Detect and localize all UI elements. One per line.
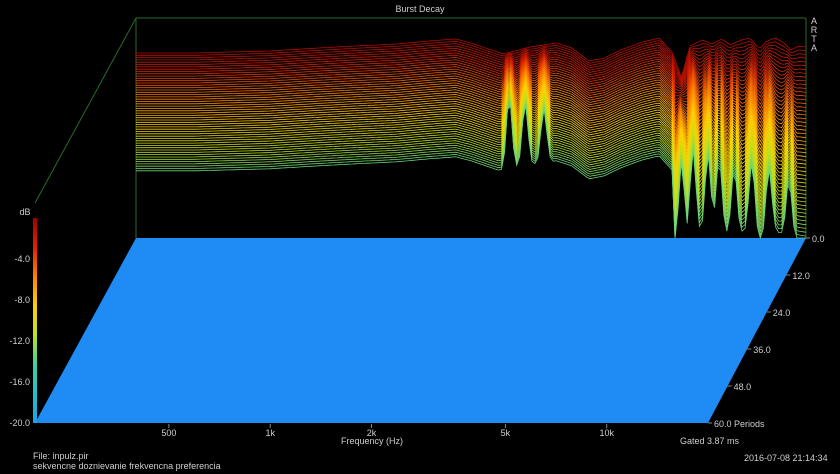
datetime-label: 2016-07-08 21:14:34 xyxy=(744,453,828,463)
y-tick-label: -20.0 xyxy=(9,418,30,428)
gated-label: Gated 3.87 ms xyxy=(680,436,740,446)
y-tick-label: -4.0 xyxy=(14,254,30,264)
z-tick-label: 12.0 xyxy=(792,271,810,281)
burst-decay-window: 500 1k 2k 5k 10k -4.0 -8.0 -12.0 -16.0 -20.0 0.0 12… xyxy=(0,0,840,474)
arta-brand: ARTA xyxy=(811,16,818,53)
y-tick-label: -8.0 xyxy=(14,295,30,305)
description-label: sekvencne doznievanie frekvencna prefere… xyxy=(33,461,221,471)
z-tick-label: 0.0 xyxy=(812,234,825,244)
floor-layer xyxy=(35,238,806,423)
z-tick-label: 60.0 Periods xyxy=(714,419,765,429)
floor-plane xyxy=(35,238,806,423)
x-tick-label: 500 xyxy=(161,428,176,438)
x-axis-label: Frequency (Hz) xyxy=(341,436,403,446)
y-tick-label: -12.0 xyxy=(9,336,30,346)
z-tick-label: 48.0 xyxy=(734,382,752,392)
chart-title: Burst Decay xyxy=(395,4,445,14)
x-tick-label: 5k xyxy=(501,428,511,438)
waterfall-chart: 500 1k 2k 5k 10k-4.0-8.0-12.0-16.0-20.00.012… xyxy=(9,4,828,471)
z-tick-label: 24.0 xyxy=(773,308,791,318)
y-tick-label: -16.0 xyxy=(9,377,30,387)
side-diagonal-edge xyxy=(34,17,137,204)
z-tick-label: 36.0 xyxy=(753,345,771,355)
colorbar xyxy=(33,218,37,423)
decay-lines-layer xyxy=(136,37,807,240)
x-tick-label: 1k xyxy=(265,428,275,438)
brand-letter: A xyxy=(811,43,817,53)
file-label: File: inpulz.pir xyxy=(33,451,89,461)
y-axis-label: dB xyxy=(19,207,30,217)
x-tick-label: 10k xyxy=(599,428,614,438)
